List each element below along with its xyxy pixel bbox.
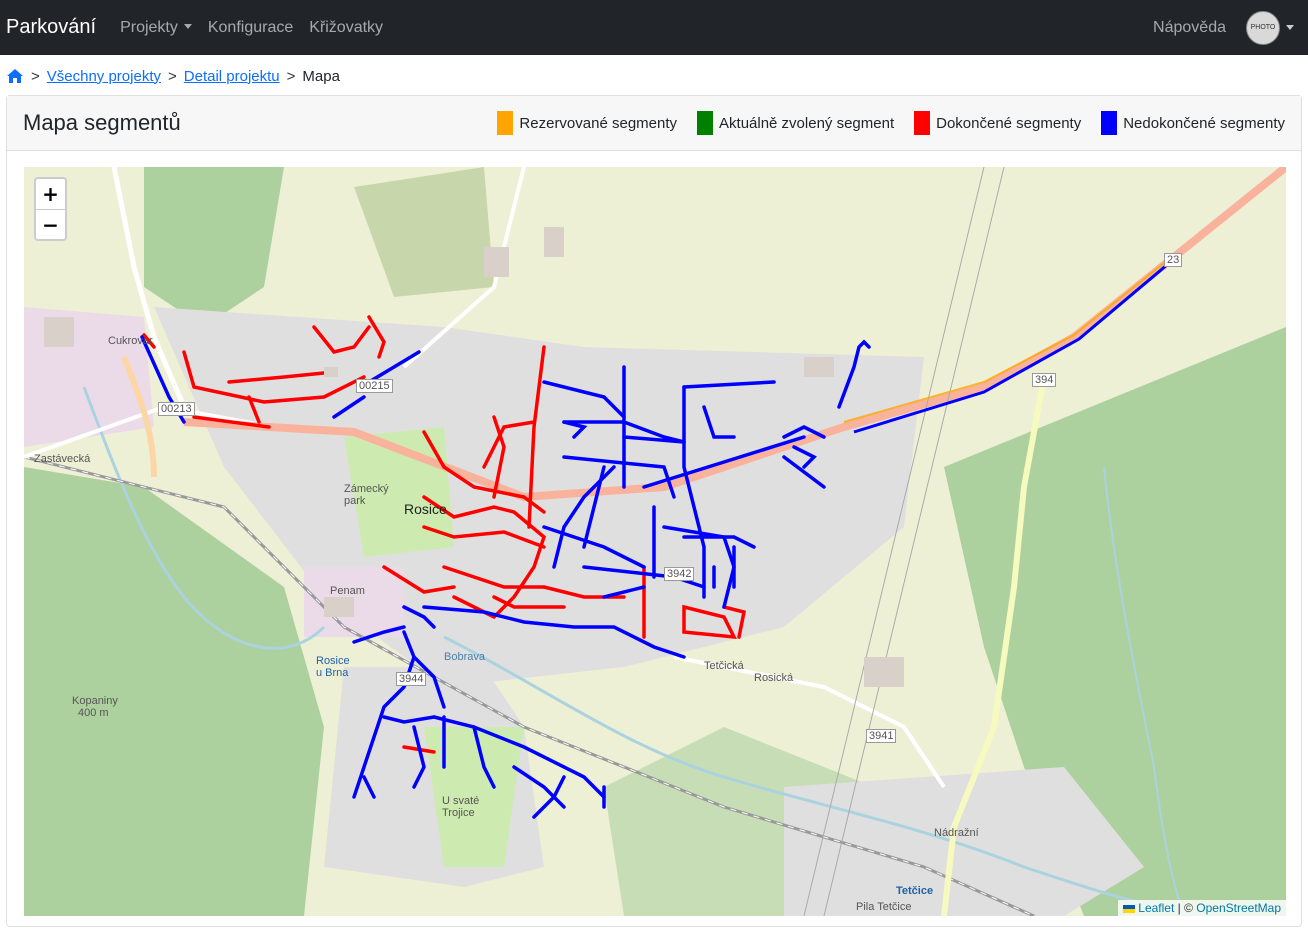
nav-konfigurace[interactable]: Konfigurace [208, 19, 293, 37]
road-shield-3941: 3941 [866, 729, 897, 743]
legend-label: Dokončené segmenty [936, 114, 1082, 132]
road-shield-3942: 3942 [664, 567, 695, 581]
map-label-zamecky-park: Zámecký park [344, 483, 389, 507]
legend-label: Aktuálně zvolený segment [719, 114, 895, 132]
road-shield-394: 394 [1032, 373, 1057, 387]
nav-right: Nápověda PHOTO [1153, 10, 1294, 45]
map-label-rosice-u-brna: Rosice u Brna [316, 655, 350, 679]
road-shield-00215: 00215 [356, 379, 393, 393]
map-label-u-svate-trojice: U svaté Trojice [442, 795, 480, 819]
legend-unfinished: Nedokončené segmenty [1101, 111, 1285, 135]
segment-map[interactable]: Rosice Zámecký park Penam Rosice u Brna … [24, 167, 1286, 916]
legend-swatch-reserved [497, 111, 514, 135]
top-navbar: Parkování Projekty Konfigurace Křižovatk… [0, 0, 1308, 55]
map-card: Mapa segmentů Rezervované segmenty Aktuá… [6, 95, 1302, 927]
map-label-zastavecka: Zastávecká [34, 453, 91, 465]
map-label-nadrazni: Nádražní [934, 827, 979, 839]
avatar[interactable]: PHOTO [1246, 10, 1280, 45]
breadcrumb-project-detail[interactable]: Detail projektu [184, 68, 280, 85]
map-label-kopaniny: Kopaniny [72, 695, 118, 707]
breadcrumb-separator: > [286, 67, 296, 85]
nav-krizovatky[interactable]: Křižovatky [309, 19, 383, 37]
map-label-pila-tetcice: Pila Tetčice [856, 901, 912, 913]
legend-selected: Aktuálně zvolený segment [697, 111, 894, 135]
map-label-tetcice: Tetčice [896, 885, 934, 897]
nav-projekty[interactable]: Projekty [120, 19, 192, 37]
legend-swatch-completed [914, 111, 931, 135]
breadcrumb-separator: > [31, 67, 40, 85]
zoom-in-button[interactable]: + [36, 179, 65, 209]
map-label-tetcicka: Tetčická [704, 660, 744, 672]
osm-link[interactable]: OpenStreetMap [1196, 901, 1281, 915]
road-shield-3944: 3944 [396, 672, 427, 686]
breadcrumb-current: Mapa [302, 67, 340, 85]
map-tiles [24, 167, 1286, 916]
map-label-bobrava: Bobrava [444, 651, 485, 663]
map-label-kopaniny-alt: 400 m [78, 707, 109, 719]
legend-reserved: Rezervované segmenty [497, 111, 677, 135]
legend-swatch-selected [697, 111, 714, 135]
attribution-separator: | © [1177, 901, 1193, 915]
legend-label: Nedokončené segmenty [1123, 114, 1285, 132]
card-header: Mapa segmentů Rezervované segmenty Aktuá… [7, 96, 1301, 151]
brand[interactable]: Parkování [6, 16, 96, 39]
map-label-cukrovar: Cukrovar [108, 335, 153, 347]
legend-label: Rezervované segmenty [519, 114, 678, 132]
zoom-control: + − [34, 177, 67, 241]
legend-completed: Dokončené segmenty [914, 111, 1081, 135]
leaflet-link[interactable]: Leaflet [1138, 901, 1174, 915]
chevron-down-icon[interactable] [1286, 25, 1294, 30]
legend: Rezervované segmenty Aktuálně zvolený se… [477, 111, 1285, 135]
map-attribution: Leaflet | © OpenStreetMap [1118, 900, 1286, 916]
home-icon[interactable] [6, 68, 24, 84]
map-label-rosice: Rosice [404, 501, 447, 517]
map-label-rosicka: Rosická [754, 672, 794, 684]
ukraine-flag-icon [1123, 905, 1136, 913]
breadcrumb-separator: > [168, 67, 177, 85]
map-label-penam: Penam [330, 585, 365, 597]
nav-help[interactable]: Nápověda [1153, 19, 1226, 37]
road-shield-00213: 00213 [158, 402, 195, 416]
zoom-out-button[interactable]: − [36, 209, 65, 239]
breadcrumb: > Všechny projekty > Detail projektu > M… [6, 66, 340, 86]
page-title: Mapa segmentů [23, 110, 181, 135]
road-shield-23: 23 [1164, 253, 1183, 267]
breadcrumb-all-projects[interactable]: Všechny projekty [47, 68, 161, 85]
legend-swatch-unfinished [1101, 111, 1118, 135]
